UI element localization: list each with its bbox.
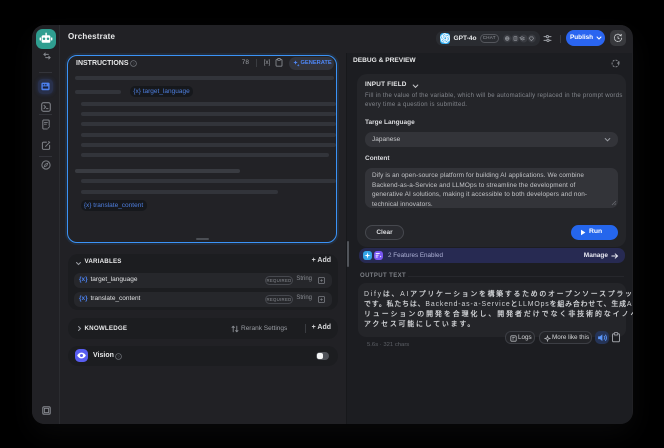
svg-text:?: ? [132,61,135,66]
svg-text:?: ? [117,354,120,359]
